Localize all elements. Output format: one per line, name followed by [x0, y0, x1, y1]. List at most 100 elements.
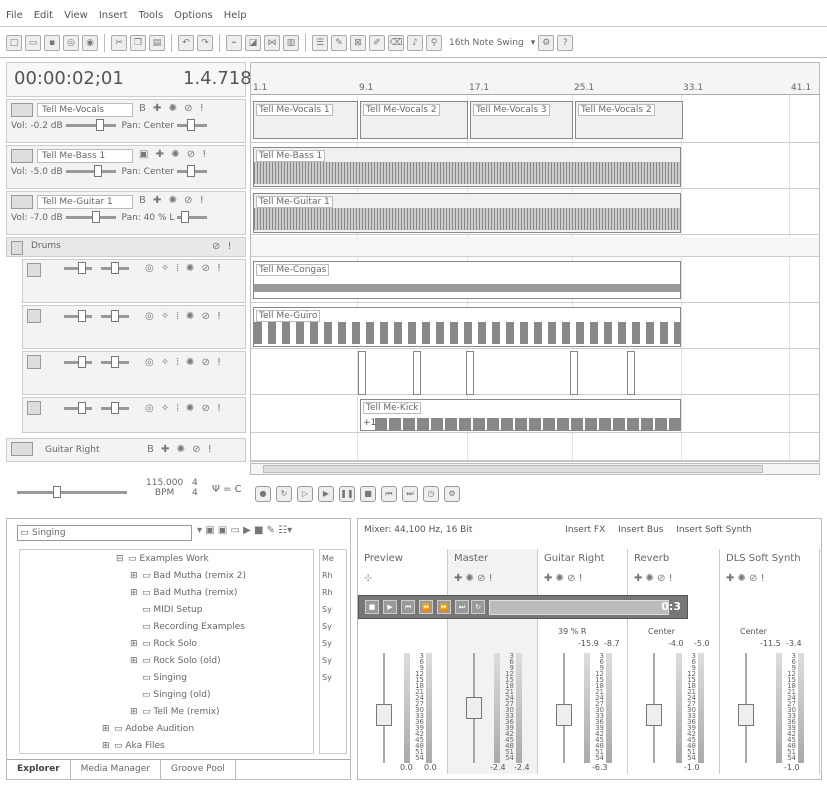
key-display[interactable]: Ψ = C: [212, 484, 242, 495]
rewind-start-icon[interactable]: ⏮: [401, 600, 415, 614]
rewind-icon[interactable]: ⏪: [419, 600, 433, 614]
strip-name[interactable]: Guitar Right: [544, 553, 605, 564]
expand-icon[interactable]: ⊞: [102, 741, 114, 751]
time-signature[interactable]: 4 4: [192, 478, 198, 498]
expand-icon[interactable]: ⊞: [130, 588, 142, 598]
clip-bass[interactable]: Tell Me-Bass 1: [253, 147, 681, 187]
file-item[interactable]: Me: [322, 554, 334, 563]
strip-name[interactable]: DLS Soft Synth: [726, 553, 801, 564]
metronome-icon[interactable]: ◷: [423, 486, 439, 502]
clip-vocals-3[interactable]: Tell Me-Vocals 3: [470, 101, 573, 139]
new-file-icon[interactable]: □: [6, 34, 22, 51]
record-icon[interactable]: ●: [255, 486, 271, 502]
expand-icon[interactable]: ⊞: [130, 707, 142, 717]
menu-options[interactable]: Options: [174, 10, 213, 21]
volume-fader[interactable]: [646, 704, 662, 726]
fast-forward-icon[interactable]: ⏩: [437, 600, 451, 614]
track-guitar[interactable]: Tell Me-Guitar 1 B ✚ ✺ ⊘ ! Vol: -7.0 dB …: [6, 191, 246, 235]
play-from-start-icon[interactable]: ▷: [297, 486, 313, 502]
properties-icon[interactable]: ◎: [63, 34, 79, 51]
copy-icon[interactable]: ❐: [130, 34, 146, 51]
drum-hit[interactable]: [466, 351, 474, 395]
tree-item[interactable]: ⊞ ▭ Tell Me (remix): [130, 707, 220, 717]
expand-icon[interactable]: ⊞: [130, 571, 142, 581]
drum-sliders[interactable]: [61, 262, 132, 274]
swing-select[interactable]: 16th Note Swing: [449, 38, 524, 48]
volume-fader[interactable]: [376, 704, 392, 726]
pause-icon[interactable]: ❚❚: [339, 486, 355, 502]
stop-icon[interactable]: ■: [360, 486, 376, 502]
tree-item[interactable]: ▭ Recording Examples: [130, 622, 245, 632]
track-drums-folder[interactable]: Drums ⊘ !: [6, 237, 246, 257]
timeline[interactable]: 1.1 9.1 17.1 25.1 33.1 41.1 Tell Me-Voca…: [250, 62, 820, 462]
strip-controls[interactable]: ✚ ✺ ⊘ !: [544, 573, 583, 584]
insert-bus-button[interactable]: Insert Bus: [618, 525, 663, 535]
tab-media-manager[interactable]: Media Manager: [71, 760, 161, 779]
clip-vocals-4[interactable]: Tell Me-Vocals 2: [575, 101, 683, 139]
redo-icon[interactable]: ↷: [197, 34, 213, 51]
tempo-slider[interactable]: [14, 486, 130, 498]
folder-dropdown[interactable]: ▭ Singing: [17, 525, 192, 541]
drum-hit[interactable]: [627, 351, 635, 395]
loop-icon[interactable]: ↻: [471, 600, 485, 614]
track-guitar-right[interactable]: Guitar Right B ✚ ✺ ⊘ !: [6, 438, 246, 462]
track-name[interactable]: Tell Me-Bass 1: [37, 149, 133, 163]
clip-congas[interactable]: Tell Me-Congas: [253, 261, 681, 299]
track-drum-3[interactable]: ◎ ✧ ⦙ ✺ ⊘ !: [22, 351, 246, 395]
clip-guitar[interactable]: Tell Me-Guitar 1: [253, 193, 681, 233]
track-drum-4[interactable]: ◎ ✧ ⦙ ✺ ⊘ !: [22, 397, 246, 433]
file-item[interactable]: Sy: [322, 639, 332, 648]
volume-slider[interactable]: [65, 165, 116, 177]
render-icon[interactable]: ◉: [82, 34, 98, 51]
tree-item[interactable]: ⊞ ▭ Aka Files: [102, 741, 165, 751]
undo-icon[interactable]: ↶: [178, 34, 194, 51]
strip-controls[interactable]: ⊹: [364, 573, 372, 584]
file-item[interactable]: Sy: [322, 605, 332, 614]
drum-sliders[interactable]: [61, 356, 132, 368]
track-bass[interactable]: Tell Me-Bass 1 ▣ ✚ ✺ ⊘ ! Vol: -5.0 dB Pa…: [6, 145, 246, 189]
open-folder-icon[interactable]: ▭: [25, 34, 41, 51]
paint-tool-icon[interactable]: ✐: [369, 34, 385, 51]
tree-item[interactable]: ⊞ ▭ Bad Mutha (remix 2): [130, 571, 246, 581]
snap-icon[interactable]: ⌁: [226, 34, 242, 51]
scrub-tool-icon[interactable]: ♪: [407, 34, 423, 51]
clip-vocals-2[interactable]: Tell Me-Vocals 2: [360, 101, 468, 139]
track-controls[interactable]: ◎ ✧ ⦙ ✺ ⊘ !: [145, 357, 223, 368]
insert-soft-synth-button[interactable]: Insert Soft Synth: [676, 525, 751, 535]
menu-insert[interactable]: Insert: [99, 10, 128, 21]
tree-item[interactable]: ▭ MIDI Setup: [130, 605, 202, 615]
tree-item[interactable]: ⊞ ▭ Rock Solo: [130, 639, 197, 649]
track-drum-1[interactable]: ◎ ✧ ⦙ ✺ ⊘ !: [22, 259, 246, 303]
volume-fader[interactable]: [466, 697, 482, 719]
scroll-thumb[interactable]: [263, 465, 763, 473]
ripple-edit-icon[interactable]: ▥: [283, 34, 299, 51]
tree-item[interactable]: ⊞ ▭ Adobe Audition: [102, 724, 194, 734]
stop-icon[interactable]: ■: [365, 600, 379, 614]
help-icon[interactable]: ?: [557, 34, 574, 51]
track-controls[interactable]: ◎ ✧ ⦙ ✺ ⊘ !: [145, 263, 223, 274]
drum-sliders[interactable]: [61, 402, 132, 414]
expand-icon[interactable]: ⊞: [102, 724, 114, 734]
volume-fader[interactable]: [738, 704, 754, 726]
timeline-scrollbar[interactable]: [250, 463, 820, 475]
strip-controls[interactable]: ✚ ✺ ⊘ !: [726, 573, 765, 584]
draw-tool-icon[interactable]: ✎: [331, 34, 347, 51]
track-name[interactable]: Tell Me-Vocals: [37, 103, 133, 117]
file-item[interactable]: Sy: [322, 673, 332, 682]
strip-name[interactable]: Preview: [364, 553, 403, 564]
drum-hit[interactable]: [358, 351, 366, 395]
clip-guiro[interactable]: Tell Me-Guiro: [253, 307, 681, 347]
save-icon[interactable]: ▪: [44, 34, 60, 51]
track-vocals[interactable]: Tell Me-Vocals B ✚ ✺ ⊘ ! Vol: -0.2 dB Pa…: [6, 99, 246, 143]
track-controls[interactable]: B ✚ ✺ ⊘ !: [147, 444, 214, 455]
track-controls[interactable]: B ✚ ✺ ⊘ !: [139, 103, 206, 114]
menu-tools[interactable]: Tools: [139, 10, 164, 21]
clip-vocals-1[interactable]: Tell Me-Vocals 1: [253, 101, 358, 139]
properties-list-icon[interactable]: ☰: [312, 34, 328, 51]
expand-icon[interactable]: ⊟: [116, 554, 128, 564]
time-ruler[interactable]: 1.1 9.1 17.1 25.1 33.1 41.1: [251, 63, 819, 95]
strip-name[interactable]: Master: [454, 553, 488, 564]
go-to-end-icon[interactable]: ⏭: [402, 486, 418, 502]
go-to-start-icon[interactable]: ⏮: [381, 486, 397, 502]
play-icon[interactable]: ▶: [318, 486, 334, 502]
